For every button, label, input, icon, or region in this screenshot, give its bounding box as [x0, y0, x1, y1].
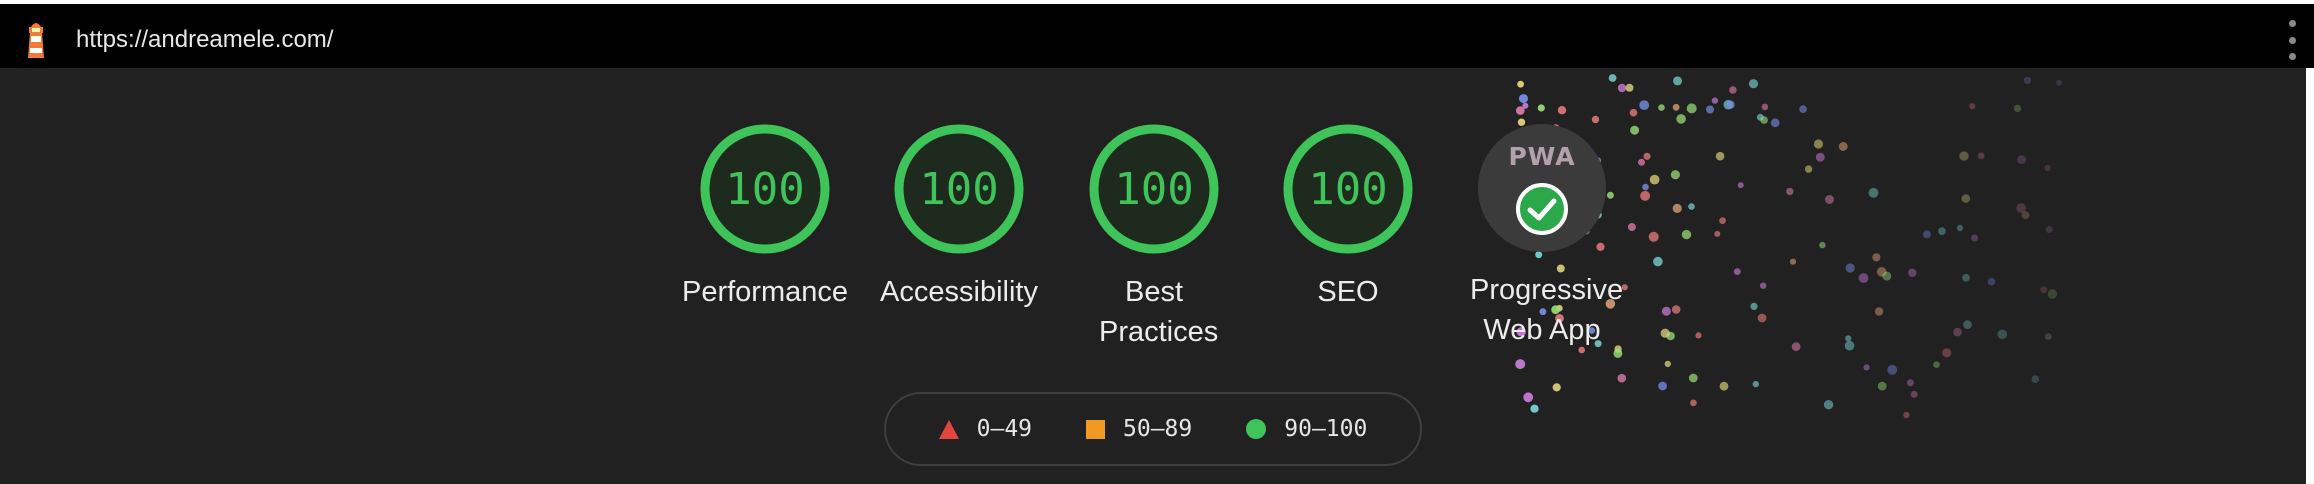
confetti-dot: [1910, 390, 1918, 398]
gauge-label: Progressive Web App: [1470, 274, 1624, 346]
pwa-badge: PWA: [1478, 124, 1606, 252]
square-icon: [1086, 419, 1106, 439]
confetti-dot: [2031, 375, 2040, 384]
circle-icon: [1246, 419, 1267, 439]
url-text[interactable]: https://andreamele.com/: [76, 22, 333, 58]
confetti-dot: [1719, 381, 1729, 391]
confetti-dot: [1690, 399, 1697, 407]
gauge-accessibility[interactable]: 100 Accessibility: [864, 124, 1054, 312]
gauge-ring: 100: [700, 124, 830, 254]
gauge-label: Performance: [681, 276, 848, 308]
gauge-ring: 100: [1283, 124, 1413, 254]
legend-range: 90–100: [1284, 416, 1368, 442]
score-gauges: 100 Performance 100 Accessibility 100 Be…: [0, 68, 2306, 368]
gauge-best-practices[interactable]: 100 Best Practices: [1059, 124, 1249, 352]
gauge-pwa[interactable]: PWA Progressive Web App: [1446, 124, 1638, 350]
checkmark-badge-icon: [1516, 183, 1568, 235]
legend-range: 50–89: [1123, 416, 1193, 442]
gauge-score: 100: [1308, 163, 1388, 215]
confetti-dot: [1530, 404, 1539, 413]
gauge-label: SEO: [1317, 276, 1379, 308]
gauge-performance[interactable]: 100 Performance: [670, 124, 860, 312]
confetti-dot: [1752, 380, 1760, 388]
gauge-score: 100: [1114, 163, 1194, 215]
url-bar: https://andreamele.com/: [0, 4, 2314, 68]
confetti-dot: [1552, 383, 1561, 392]
confetti-dot: [1877, 381, 1887, 391]
legend-item-fail: 0–49: [938, 416, 1033, 442]
legend-item-average: 50–89: [1086, 416, 1192, 442]
confetti-dot: [1903, 411, 1910, 419]
kebab-menu-icon[interactable]: [2282, 20, 2302, 60]
triangle-icon: [938, 419, 959, 439]
gauge-label: Best Practices: [1099, 276, 1219, 348]
gauge-label: Accessibility: [880, 276, 1038, 308]
confetti-dot: [1823, 400, 1834, 410]
lighthouse-icon: [28, 23, 44, 58]
pwa-badge-text: PWA: [1508, 142, 1576, 171]
legend-item-pass: 90–100: [1246, 416, 1367, 442]
window-right-border: [2306, 68, 2314, 484]
gauge-seo[interactable]: 100 SEO: [1253, 124, 1443, 312]
confetti-dot: [1523, 392, 1534, 403]
confetti-dot: [1658, 381, 1667, 391]
gauge-score: 100: [725, 163, 805, 215]
gauge-ring: 100: [1089, 124, 1219, 254]
gauge-score: 100: [919, 163, 999, 215]
score-legend: 0–49 50–89 90–100: [884, 392, 1422, 466]
gauge-ring: 100: [894, 124, 1024, 254]
confetti-dot: [1688, 373, 1698, 383]
confetti-dot: [1906, 379, 1914, 387]
legend-range: 0–49: [976, 416, 1033, 442]
confetti-dot: [1617, 373, 1627, 383]
